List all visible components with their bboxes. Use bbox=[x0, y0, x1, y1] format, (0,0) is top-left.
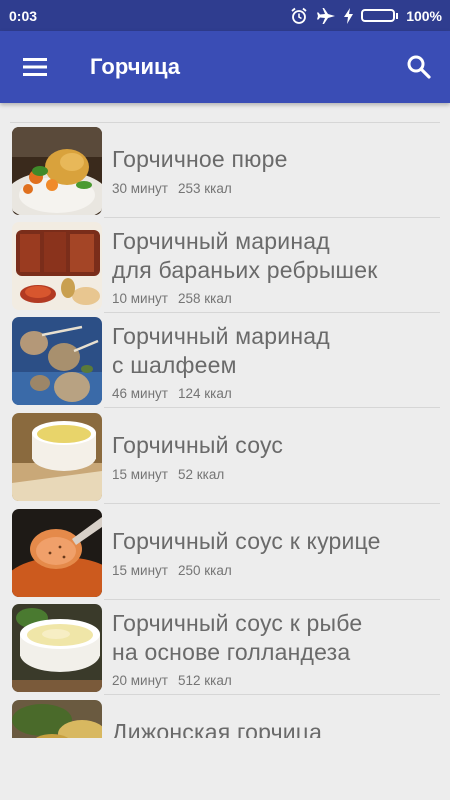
recipe-time: 30 минут bbox=[112, 181, 168, 196]
recipe-meta: 15 минут 250 ккал bbox=[112, 563, 232, 578]
battery-percent: 100% bbox=[406, 7, 442, 24]
list-divider bbox=[104, 694, 440, 695]
recipe-meta: 10 минут 258 ккал bbox=[112, 291, 232, 306]
recipe-thumbnail bbox=[12, 604, 102, 692]
recipe-thumbnail bbox=[12, 127, 102, 215]
recipe-thumbnail bbox=[12, 413, 102, 501]
list-divider bbox=[104, 407, 440, 408]
recipe-title: Дижонская горчица bbox=[112, 719, 323, 738]
recipe-thumbnail bbox=[12, 509, 102, 597]
recipe-kcal: 253 ккал bbox=[177, 181, 232, 196]
recipe-title: Горчичный соус к курице bbox=[112, 528, 381, 554]
alarm-icon bbox=[290, 7, 308, 25]
recipe-kcal: 512 ккал bbox=[177, 673, 232, 688]
recipe-meta: 20 минут 512 ккал bbox=[112, 673, 232, 688]
recipe-meta: 30 минут 253 ккал bbox=[112, 181, 232, 196]
menu-icon bbox=[23, 58, 47, 76]
recipe-meta: 46 минут 124 ккал bbox=[112, 386, 232, 401]
recipe-thumbnail bbox=[12, 317, 102, 405]
recipe-item-lamb-ribs-marinade[interactable]: Горчичный маринад для бараньих ребрышек … bbox=[0, 218, 450, 313]
charging-icon bbox=[344, 7, 354, 24]
recipe-kcal: 258 ккал bbox=[177, 291, 232, 306]
battery-icon bbox=[361, 9, 399, 22]
recipe-time: 15 минут bbox=[112, 563, 168, 578]
app-bar: Горчица bbox=[0, 31, 450, 103]
menu-button[interactable] bbox=[19, 53, 51, 81]
recipe-kcal: 52 ккал bbox=[177, 467, 225, 482]
recipe-kcal: 124 ккал bbox=[177, 386, 232, 401]
page-title: Горчица bbox=[90, 54, 181, 79]
recipe-time: 15 минут bbox=[112, 467, 168, 482]
recipe-list[interactable]: Горчичное пюре 30 минут 253 ккал Горчичны… bbox=[0, 122, 450, 738]
status-bar: 0:03 100% bbox=[0, 0, 450, 31]
search-icon bbox=[407, 55, 431, 79]
recipe-item-chicken-sauce[interactable]: Горчичный соус к курице 15 минут 250 ккал bbox=[0, 505, 450, 600]
recipe-kcal: 250 ккал bbox=[177, 563, 232, 578]
search-button[interactable] bbox=[403, 51, 435, 83]
recipe-item-dijon-mustard[interactable]: Дижонская горчица bbox=[0, 696, 450, 738]
recipe-item-sage-marinade[interactable]: Горчичный маринад с шалфеем 46 минут 124 … bbox=[0, 313, 450, 408]
recipe-time: 10 минут bbox=[112, 291, 168, 306]
recipe-meta: 15 минут 52 ккал bbox=[112, 467, 224, 482]
recipe-thumbnail bbox=[12, 700, 102, 738]
airplane-icon bbox=[316, 7, 336, 25]
status-time: 0:03 bbox=[9, 7, 38, 24]
recipe-title: Горчичное пюре bbox=[112, 146, 288, 172]
recipe-thumbnail bbox=[12, 222, 102, 310]
recipe-time: 20 минут bbox=[112, 673, 168, 688]
recipe-title: Горчичный маринад для бараньих ребрышек bbox=[112, 228, 378, 283]
recipe-item-mustard-puree[interactable]: Горчичное пюре 30 минут 253 ккал bbox=[0, 123, 450, 218]
recipe-time: 46 минут bbox=[112, 386, 168, 401]
recipe-item-mustard-sauce[interactable]: Горчичный соус 15 минут 52 ккал bbox=[0, 409, 450, 504]
recipe-title: Горчичный соус bbox=[112, 432, 284, 458]
list-divider bbox=[104, 503, 440, 504]
recipe-title: Горчичный маринад с шалфеем bbox=[112, 323, 330, 378]
recipe-item-fish-hollandaise-sauce[interactable]: Горчичный соус к рыбе на основе голланде… bbox=[0, 600, 450, 695]
recipe-title: Горчичный соус к рыбе на основе голланде… bbox=[112, 610, 363, 665]
